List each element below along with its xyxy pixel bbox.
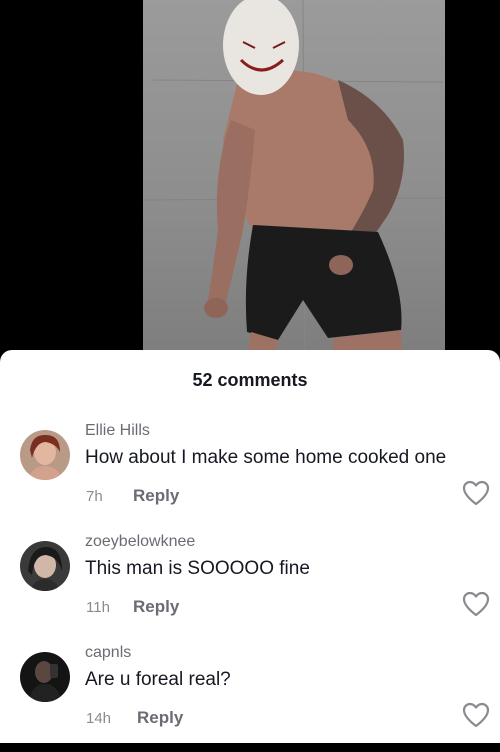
comments-count-title: 52 comments (192, 370, 308, 390)
avatar-image (20, 541, 70, 591)
masked-man-image (143, 0, 445, 372)
comment-text: How about I make some home cooked one (85, 447, 447, 468)
heart-outline-icon[interactable] (462, 591, 490, 617)
comment-text: Are u foreal real? (85, 669, 231, 690)
heart-outline-icon[interactable] (462, 702, 490, 728)
comment-time: 7h (86, 488, 103, 505)
avatar[interactable] (20, 652, 70, 702)
comment-username[interactable]: capnls (85, 644, 131, 662)
comment-username[interactable]: Ellie Hills (85, 422, 150, 440)
reply-button[interactable]: Reply (133, 597, 179, 617)
comment-item: Ellie Hills How about I make some home c… (0, 422, 500, 530)
avatar-image (20, 430, 70, 480)
video-player[interactable] (0, 0, 500, 372)
reply-button[interactable]: Reply (133, 486, 179, 506)
avatar-image (20, 652, 70, 702)
comment-text: This man is SOOOOO fine (85, 558, 310, 579)
comment-time: 11h (86, 599, 110, 616)
reply-button[interactable]: Reply (137, 708, 183, 728)
comment-username[interactable]: zoeybelowknee (85, 533, 195, 551)
comment-item: zoeybelowknee This man is SOOOOO fine 11… (0, 533, 500, 641)
avatar[interactable] (20, 541, 70, 591)
comment-time: 14h (86, 710, 112, 727)
avatar[interactable] (20, 430, 70, 480)
heart-outline-icon[interactable] (462, 480, 490, 506)
comment-item: capnls Are u foreal real? 14h Reply (0, 644, 500, 752)
video-frame (143, 0, 445, 372)
comments-sheet: 52 comments Ellie Hills How about I make… (0, 350, 500, 743)
